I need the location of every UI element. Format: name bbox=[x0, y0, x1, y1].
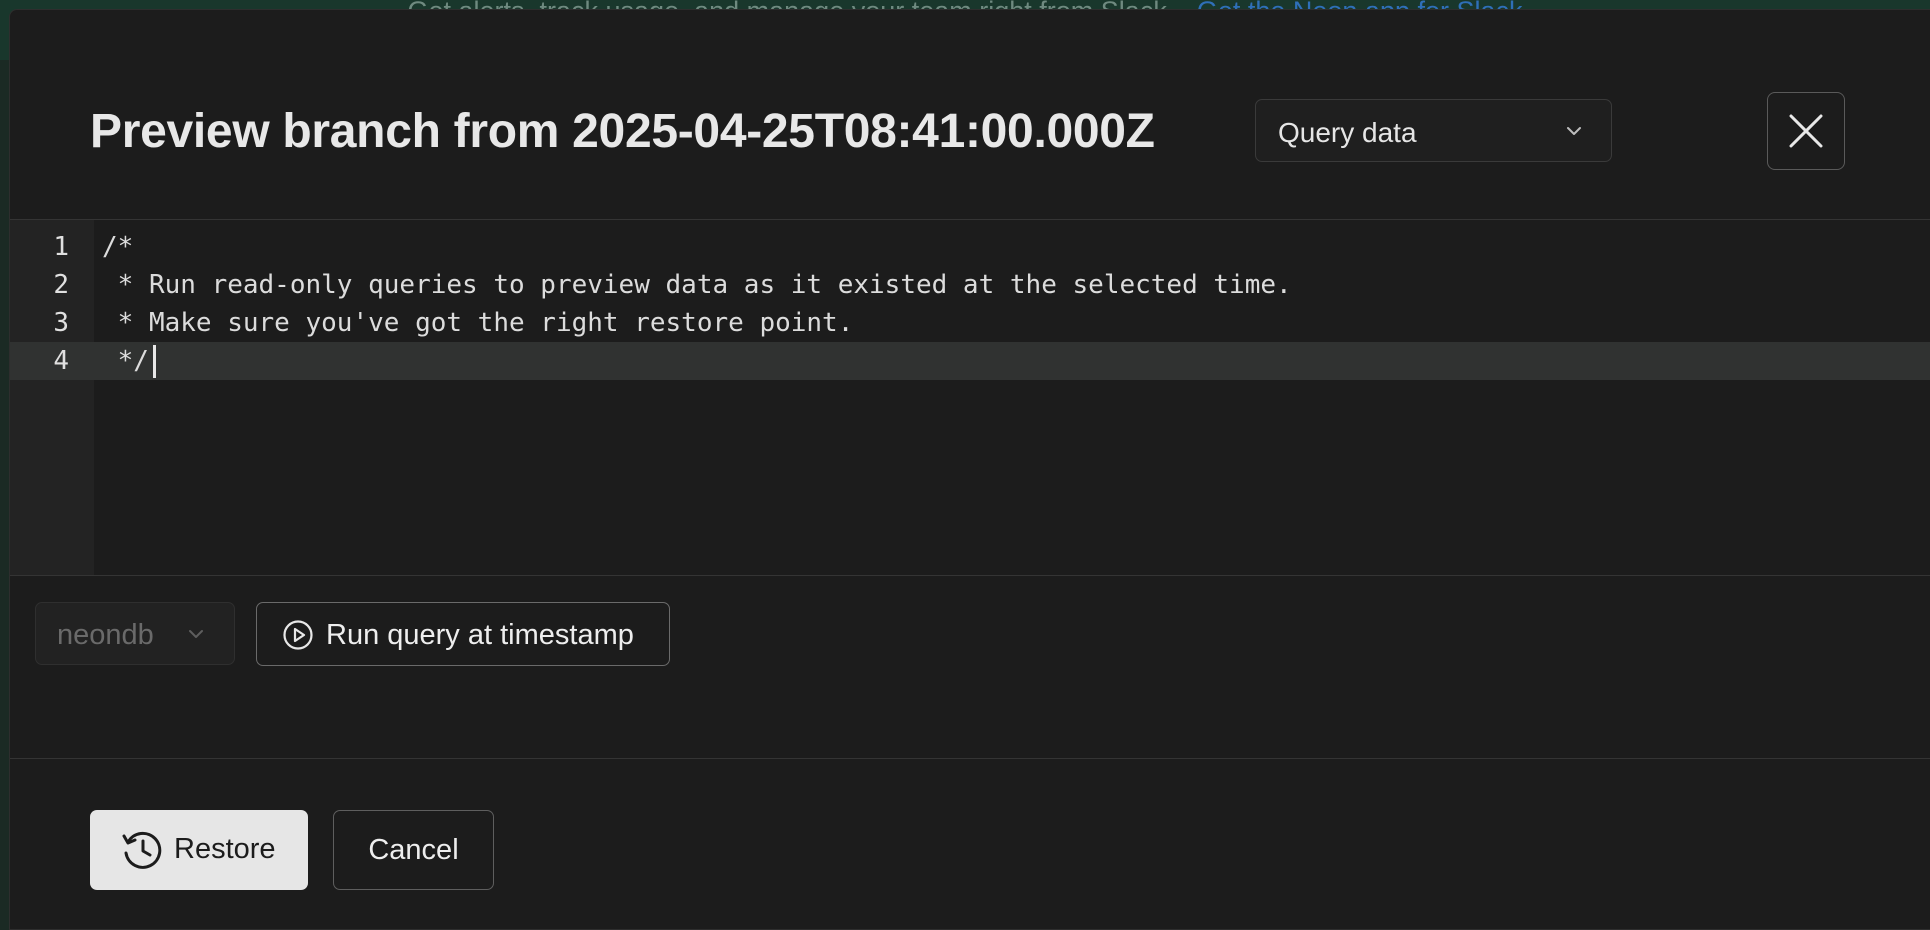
line-number: 4 bbox=[53, 346, 69, 376]
dialog-title: Preview branch from 2025-04-25T08:41:00.… bbox=[90, 105, 1155, 158]
restore-label: Restore bbox=[174, 833, 276, 865]
database-select[interactable]: neondb bbox=[35, 602, 235, 665]
chevron-down-icon bbox=[1567, 127, 1581, 135]
history-clock-icon bbox=[122, 831, 162, 869]
line-number: 1 bbox=[53, 232, 69, 262]
run-query-label: Run query at timestamp bbox=[326, 619, 634, 651]
cancel-label: Cancel bbox=[368, 834, 459, 866]
close-button[interactable] bbox=[1767, 92, 1845, 170]
restore-button[interactable]: Restore bbox=[90, 810, 308, 890]
mode-select[interactable]: Query data bbox=[1255, 99, 1612, 162]
editor-divider bbox=[10, 575, 1930, 576]
editor-line[interactable]: 2 * Run read-only queries to preview dat… bbox=[10, 266, 1930, 304]
close-icon bbox=[1789, 114, 1823, 148]
play-circle-icon bbox=[283, 620, 313, 650]
footer-divider bbox=[10, 758, 1930, 759]
line-code: */ bbox=[102, 346, 149, 376]
line-number: 2 bbox=[53, 270, 69, 300]
editor-line-active[interactable]: 4 */ bbox=[10, 342, 1930, 380]
line-code: * Run read-only queries to preview data … bbox=[102, 270, 1292, 300]
mode-select-value: Query data bbox=[1278, 117, 1417, 148]
text-caret bbox=[153, 345, 156, 378]
line-number: 3 bbox=[53, 308, 69, 338]
database-select-value: neondb bbox=[57, 619, 154, 651]
preview-branch-dialog: Preview branch from 2025-04-25T08:41:00.… bbox=[9, 9, 1930, 930]
run-query-button[interactable]: Run query at timestamp bbox=[256, 602, 670, 666]
cancel-button[interactable]: Cancel bbox=[333, 810, 494, 890]
line-code: * Make sure you've got the right restore… bbox=[102, 308, 854, 338]
editor-line[interactable]: 3 * Make sure you've got the right resto… bbox=[10, 304, 1930, 342]
sql-editor[interactable]: 1 /* 2 * Run read-only queries to previe… bbox=[10, 220, 1930, 575]
line-code: /* bbox=[102, 232, 134, 262]
editor-line[interactable]: 1 /* bbox=[10, 228, 1930, 266]
chevron-down-icon bbox=[189, 630, 203, 638]
